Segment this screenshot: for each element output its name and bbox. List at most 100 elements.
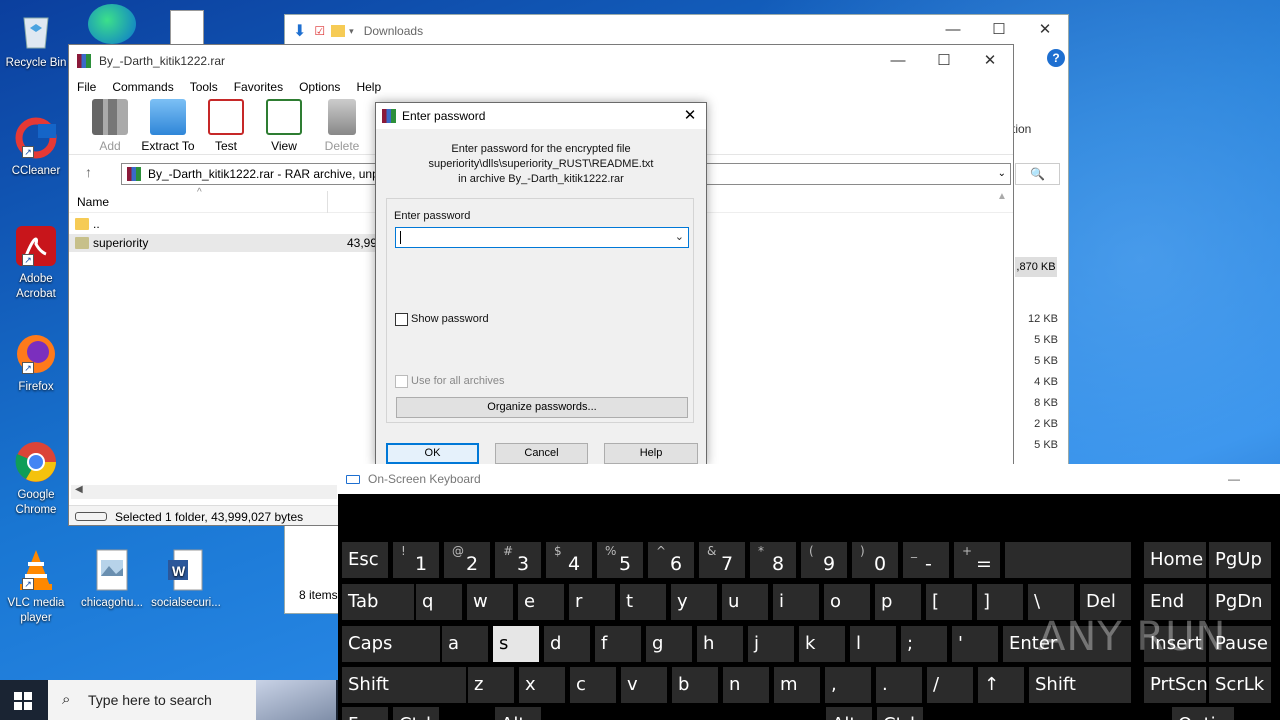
- key-[[interactable]: [: [926, 584, 972, 620]
- key-alt-left[interactable]: Alt: [495, 707, 541, 720]
- key-x[interactable]: x: [519, 667, 565, 703]
- key-6[interactable]: ^ 6: [648, 542, 694, 578]
- scroll-left-icon[interactable]: ◀: [75, 484, 83, 495]
- chevron-down-icon[interactable]: ▾: [349, 26, 354, 37]
- key-shift-left[interactable]: Shift: [342, 667, 466, 703]
- key-esc[interactable]: Esc: [342, 542, 388, 578]
- key-e[interactable]: e: [518, 584, 564, 620]
- key-c[interactable]: c: [570, 667, 616, 703]
- edge-icon[interactable]: [88, 4, 136, 44]
- desktop-icon-chrome[interactable]: Google Chrome: [0, 440, 72, 518]
- key-1[interactable]: ! 1: [393, 542, 439, 578]
- organize-passwords-button[interactable]: Organize passwords...: [396, 397, 688, 418]
- key-i[interactable]: i: [773, 584, 819, 620]
- key-5[interactable]: % 5: [597, 542, 643, 578]
- key-q[interactable]: q: [416, 584, 462, 620]
- menu-help[interactable]: Help: [356, 80, 381, 94]
- close-button[interactable]: ✕: [674, 103, 706, 129]
- key-v[interactable]: v: [621, 667, 667, 703]
- close-button[interactable]: ✕: [1022, 15, 1068, 45]
- desktop-icon-chicagohu[interactable]: chicagohu...: [76, 548, 148, 611]
- taskbar-search[interactable]: ⌕ Type here to search: [48, 680, 336, 720]
- properties-icon[interactable]: ☑: [314, 24, 325, 38]
- column-divider[interactable]: [327, 191, 328, 213]
- key-s[interactable]: s: [493, 626, 539, 662]
- key-7[interactable]: & 7: [699, 542, 745, 578]
- key-j[interactable]: j: [748, 626, 794, 662]
- onscreen-keyboard[interactable]: On-Screen Keyboard — Esc! 1 @2 #3 $4% 5 ^ 6 & 7 * 8…: [338, 464, 1280, 720]
- key-o[interactable]: o: [824, 584, 870, 620]
- key-.[interactable]: .: [876, 667, 922, 703]
- ok-button[interactable]: OK: [386, 443, 479, 464]
- menu-tools[interactable]: Tools: [190, 80, 218, 94]
- key-shift-right[interactable]: Shift: [1029, 667, 1131, 703]
- use-for-all-checkbox[interactable]: [395, 375, 408, 388]
- desktop-icon-socialsecuri[interactable]: W socialsecuri...: [150, 548, 222, 611]
- desktop-icon-acrobat[interactable]: ↗ Adobe Acrobat: [0, 224, 72, 302]
- key-pgup[interactable]: PgUp: [1209, 542, 1271, 578]
- key-d[interactable]: d: [544, 626, 590, 662]
- desktop-icon-ccleaner[interactable]: ↗ CCleaner: [0, 116, 72, 179]
- show-password-checkbox[interactable]: [395, 313, 408, 326]
- view-button[interactable]: View: [255, 97, 313, 153]
- key-/[interactable]: /: [927, 667, 973, 703]
- key-u[interactable]: u: [722, 584, 768, 620]
- key--[interactable]: _ -: [903, 542, 949, 578]
- delete-button[interactable]: Delete: [313, 97, 371, 153]
- key-z[interactable]: z: [468, 667, 514, 703]
- desktop-icon-firefox[interactable]: ↗ Firefox: [0, 332, 72, 395]
- key-backspace[interactable]: [1005, 542, 1131, 578]
- help-button[interactable]: Help: [604, 443, 698, 464]
- key-m[interactable]: m: [774, 667, 820, 703]
- key-][interactable]: ]: [977, 584, 1023, 620]
- key-prtscn[interactable]: PrtScn: [1144, 667, 1208, 703]
- chevron-down-icon[interactable]: ⌄: [998, 164, 1006, 184]
- key-home[interactable]: Home: [1144, 542, 1206, 578]
- key-tab[interactable]: Tab: [342, 584, 414, 620]
- key-n[interactable]: n: [723, 667, 769, 703]
- close-button[interactable]: ✕: [967, 45, 1013, 77]
- column-name[interactable]: Name: [77, 195, 109, 209]
- test-button[interactable]: Test: [197, 97, 255, 153]
- add-button[interactable]: Add: [81, 97, 139, 153]
- folder-icon[interactable]: [331, 25, 346, 37]
- key-l[interactable]: l: [850, 626, 896, 662]
- key-;[interactable]: ;: [901, 626, 947, 662]
- list-item-selected[interactable]: superiority 43,99: [69, 234, 377, 252]
- key-f[interactable]: f: [595, 626, 641, 662]
- key-k[interactable]: k: [799, 626, 845, 662]
- key-g[interactable]: g: [646, 626, 692, 662]
- scroll-up-icon[interactable]: ▲: [997, 191, 1013, 211]
- help-icon[interactable]: ?: [1047, 49, 1065, 67]
- key-options[interactable]: Options: [1172, 707, 1247, 720]
- menu-commands[interactable]: Commands: [112, 80, 173, 94]
- key-9[interactable]: (9: [801, 542, 847, 578]
- key-,[interactable]: ,: [825, 667, 871, 703]
- key-t[interactable]: t: [620, 584, 666, 620]
- key-b[interactable]: b: [672, 667, 718, 703]
- key-3[interactable]: #3: [495, 542, 541, 578]
- password-input[interactable]: ⌄: [395, 227, 689, 248]
- minimize-button[interactable]: —: [930, 15, 976, 45]
- extract-to-button[interactable]: Extract To: [139, 97, 197, 153]
- key-y[interactable]: y: [671, 584, 717, 620]
- menu-options[interactable]: Options: [299, 80, 340, 94]
- key-=[interactable]: + =: [954, 542, 1000, 578]
- key-h[interactable]: h: [697, 626, 743, 662]
- key-8[interactable]: * 8: [750, 542, 796, 578]
- desktop-icon-vlc[interactable]: ↗ VLC media player: [0, 548, 72, 626]
- key-p[interactable]: p: [875, 584, 921, 620]
- up-arrow-icon[interactable]: ↑: [85, 164, 92, 180]
- key-fn[interactable]: Fn: [342, 707, 388, 720]
- minimize-button[interactable]: —: [1228, 472, 1240, 486]
- maximize-button[interactable]: ☐: [921, 45, 967, 77]
- key-ctrl-right[interactable]: Ctrl: [877, 707, 923, 720]
- menu-file[interactable]: File: [77, 80, 96, 94]
- windows-start-icon[interactable]: [14, 692, 32, 710]
- key-2[interactable]: @2: [444, 542, 490, 578]
- password-dialog[interactable]: Enter password ✕ Enter password for the …: [375, 102, 707, 466]
- key-4[interactable]: $4: [546, 542, 592, 578]
- list-item[interactable]: ..: [75, 215, 100, 233]
- key-alt-right[interactable]: Alt: [826, 707, 872, 720]
- key-ctrl-left[interactable]: Ctrl: [393, 707, 439, 720]
